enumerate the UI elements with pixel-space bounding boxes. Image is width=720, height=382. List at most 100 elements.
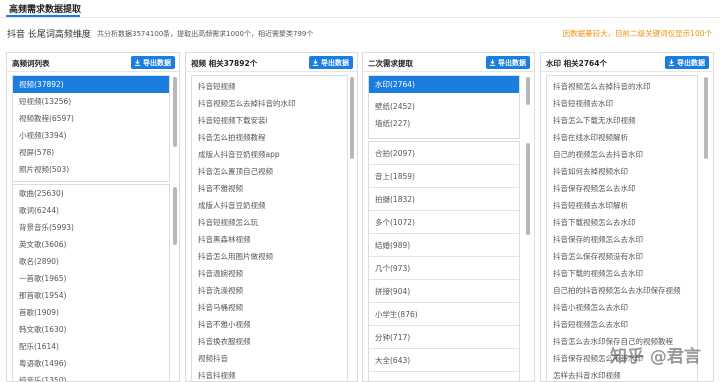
list-item[interactable]: 抖音抖视频 bbox=[192, 367, 347, 381]
list-item[interactable]: 成版人抖音豆奶视频app bbox=[192, 146, 347, 163]
high-frequency-panel: 高频词列表 导出数据 视频(37892) 短视频(13256) 视频教程(659… bbox=[6, 52, 180, 382]
list-item[interactable]: 纯音乐(1350) bbox=[13, 372, 169, 381]
list-item[interactable]: 小视频(3394) bbox=[13, 127, 169, 144]
secondary-list[interactable]: 合拍(2097) 音上(1859) 拍摄(1832) 多个(1072) 结婚(9… bbox=[368, 141, 520, 381]
watermark-related-list[interactable]: 抖音视频怎么去掉抖音的水印 抖音短视频去水印 抖音怎么下载无水印视频 抖音在线水… bbox=[546, 75, 698, 381]
list-item[interactable]: 怎样去抖音水印视频 bbox=[547, 367, 697, 381]
scrollbar[interactable] bbox=[173, 77, 177, 147]
list-item[interactable]: 视频(37892) bbox=[13, 76, 169, 93]
export-button[interactable]: 导出数据 bbox=[309, 56, 353, 69]
list-item[interactable]: 抖音不雅视频 bbox=[192, 180, 347, 197]
list-item[interactable]: 抖音短视频 bbox=[192, 78, 347, 95]
list-item[interactable]: 小学生(876) bbox=[369, 303, 519, 326]
scrollbar[interactable] bbox=[526, 143, 530, 235]
list-item[interactable]: 成版人抖音豆奶视频 bbox=[192, 197, 347, 214]
list-item[interactable]: 抖音怎么拍视频教程 bbox=[192, 129, 347, 146]
list-item[interactable]: 抖音视频怎么去掉抖音的水印 bbox=[192, 95, 347, 112]
download-icon bbox=[668, 59, 675, 66]
list-item[interactable]: 水印(2764) bbox=[369, 76, 519, 93]
list-item[interactable]: 抖音短视频去水印解析 bbox=[547, 197, 697, 214]
list-item[interactable]: 一首歌(1965) bbox=[13, 270, 169, 287]
secondary-demand-panel: 二次需求提取 导出数据 水印(2764) 壁纸(2452) 墙纸(227) 合拍… bbox=[362, 52, 535, 382]
sub-heading: 抖音 长尾词高频维度 bbox=[7, 30, 91, 40]
video-related-panel: 视频 相关37892个 导出数据 抖音短视频 抖音视频怎么去掉抖音的水印 抖音短… bbox=[185, 52, 358, 382]
list-item[interactable]: 壁纸(2452) bbox=[369, 98, 519, 115]
video-related-list[interactable]: 抖音短视频 抖音视频怎么去掉抖音的水印 抖音短视频下载安装i 抖音怎么拍视频教程… bbox=[191, 75, 348, 381]
list-item[interactable]: 合拍(2097) bbox=[369, 142, 519, 165]
list-item[interactable]: 英文歌(3606) bbox=[13, 236, 169, 253]
list-item[interactable]: 抖音怎么置顶自己视频 bbox=[192, 163, 347, 180]
list-item[interactable]: 粤语歌(1496) bbox=[13, 355, 169, 372]
list-item[interactable]: 抖音短视频怎么去水印 bbox=[547, 316, 697, 333]
list-item[interactable]: 照片视频(503) bbox=[13, 161, 169, 178]
list-item[interactable]: 抖音怎么保存视频没有水印 bbox=[547, 248, 697, 265]
list-item[interactable]: 抖音马桶视频 bbox=[192, 299, 347, 316]
high-frequency-list-bottom[interactable]: 歌曲(25630) 歌词(6244) 背景音乐(5993) 英文歌(3606) … bbox=[12, 184, 170, 381]
list-item[interactable]: 韩文歌(1630) bbox=[13, 321, 169, 338]
list-item[interactable]: 抖音温婉视频 bbox=[192, 265, 347, 282]
notice-text: 因数据量较大，目前二级关键词仅显示100个 bbox=[562, 29, 712, 38]
panel-header: 高频词列表 导出数据 bbox=[7, 53, 179, 72]
list-item[interactable]: 大全(643) bbox=[369, 349, 519, 372]
list-item[interactable]: 抖音下载的视频怎么去水印 bbox=[547, 265, 697, 282]
list-item[interactable]: 抖音怎么下载无水印视频 bbox=[547, 112, 697, 129]
panel-header: 二次需求提取 导出数据 bbox=[363, 53, 534, 72]
list-item[interactable]: 抖音黑森林视频 bbox=[192, 231, 347, 248]
panel-title: 二次需求提取 bbox=[368, 59, 413, 68]
list-item[interactable]: 结婚(989) bbox=[369, 234, 519, 257]
list-item[interactable]: 视频教程(6597) bbox=[13, 110, 169, 127]
list-item[interactable]: 歌名(2890) bbox=[13, 253, 169, 270]
list-item[interactable]: 自己的视频怎么去抖音水印 bbox=[547, 146, 697, 163]
list-item[interactable]: 多个(1072) bbox=[369, 211, 519, 234]
list-item[interactable]: 抖音短视频下载安装i bbox=[192, 112, 347, 129]
list-item[interactable]: 那首歌(1954) bbox=[13, 287, 169, 304]
list-item[interactable]: 音上(1859) bbox=[369, 165, 519, 188]
list-item[interactable]: 视频抖音 bbox=[192, 350, 347, 367]
list-item[interactable]: 拼接(904) bbox=[369, 280, 519, 303]
export-label: 导出数据 bbox=[321, 58, 349, 67]
list-item[interactable]: 拍摄(1832) bbox=[369, 188, 519, 211]
list-item[interactable]: 墙纸(227) bbox=[369, 115, 519, 132]
list-item[interactable]: 抖音不雅小视频 bbox=[192, 316, 347, 333]
list-item[interactable]: 歌词(6244) bbox=[13, 202, 169, 219]
scrollbar[interactable] bbox=[704, 77, 708, 159]
export-label: 导出数据 bbox=[677, 58, 705, 67]
high-frequency-list-top[interactable]: 视频(37892) 短视频(13256) 视频教程(6597) 小视频(3394… bbox=[12, 75, 170, 182]
list-item[interactable]: 抖音保存视频怎么去水印 bbox=[547, 180, 697, 197]
list-item[interactable]: 抖音下载视频怎么去水印 bbox=[547, 214, 697, 231]
list-item[interactable]: 抖音短视频怎么玩 bbox=[192, 214, 347, 231]
list-item[interactable]: 抖音视频怎么去掉抖音的水印 bbox=[547, 78, 697, 95]
scrollbar[interactable] bbox=[526, 77, 530, 105]
list-item[interactable]: 几个(973) bbox=[369, 257, 519, 280]
list-item[interactable]: 抖音短视频去水印 bbox=[547, 95, 697, 112]
download-icon bbox=[134, 59, 141, 66]
stats-text: 共分析数据3574100条，提取出高频需求1000个，相近需聚类799个 bbox=[97, 30, 314, 38]
list-item[interactable]: 歌曲(25630) bbox=[13, 185, 169, 202]
panel-title: 高频词列表 bbox=[12, 59, 50, 68]
scrollbar[interactable] bbox=[350, 77, 354, 159]
list-item[interactable]: 短视频(13256) bbox=[13, 93, 169, 110]
list-item[interactable]: 抖音洗澡视频 bbox=[192, 282, 347, 299]
list-item[interactable]: 分钟(717) bbox=[369, 326, 519, 349]
list-item[interactable]: 抖音换衣服视频 bbox=[192, 333, 347, 350]
list-item[interactable]: 背景音乐(5993) bbox=[13, 219, 169, 236]
download-icon bbox=[312, 59, 319, 66]
panel-header: 水印 相关2764个 导出数据 bbox=[541, 53, 713, 72]
export-label: 导出数据 bbox=[498, 58, 526, 67]
list-item[interactable]: 抖音怎么用图片做视频 bbox=[192, 248, 347, 265]
list-item[interactable]: 配乐(1614) bbox=[13, 338, 169, 355]
list-item[interactable]: 抖音保存的视频怎么去水印 bbox=[547, 231, 697, 248]
watermark-related-panel: 水印 相关2764个 导出数据 抖音视频怎么去掉抖音的水印 抖音短视频去水印 抖… bbox=[540, 52, 714, 382]
export-button[interactable]: 导出数据 bbox=[665, 56, 709, 69]
secondary-group[interactable]: 水印(2764) 壁纸(2452) 墙纸(227) bbox=[368, 75, 520, 139]
export-button[interactable]: 导出数据 bbox=[131, 56, 175, 69]
list-item[interactable]: 首歌(1909) bbox=[13, 304, 169, 321]
list-item[interactable]: 视屏(578) bbox=[13, 144, 169, 161]
list-item[interactable]: 抖音在线水印视频解析 bbox=[547, 129, 697, 146]
list-item[interactable]: 自己拍的抖音视频怎么去水印保存视频 bbox=[547, 282, 697, 299]
export-button[interactable]: 导出数据 bbox=[486, 56, 530, 69]
list-item[interactable]: 抖音小视频怎么去水印 bbox=[547, 299, 697, 316]
panel-title: 水印 相关2764个 bbox=[546, 59, 607, 68]
scrollbar[interactable] bbox=[173, 187, 177, 245]
list-item[interactable]: 抖音如何去掉视频水印 bbox=[547, 163, 697, 180]
